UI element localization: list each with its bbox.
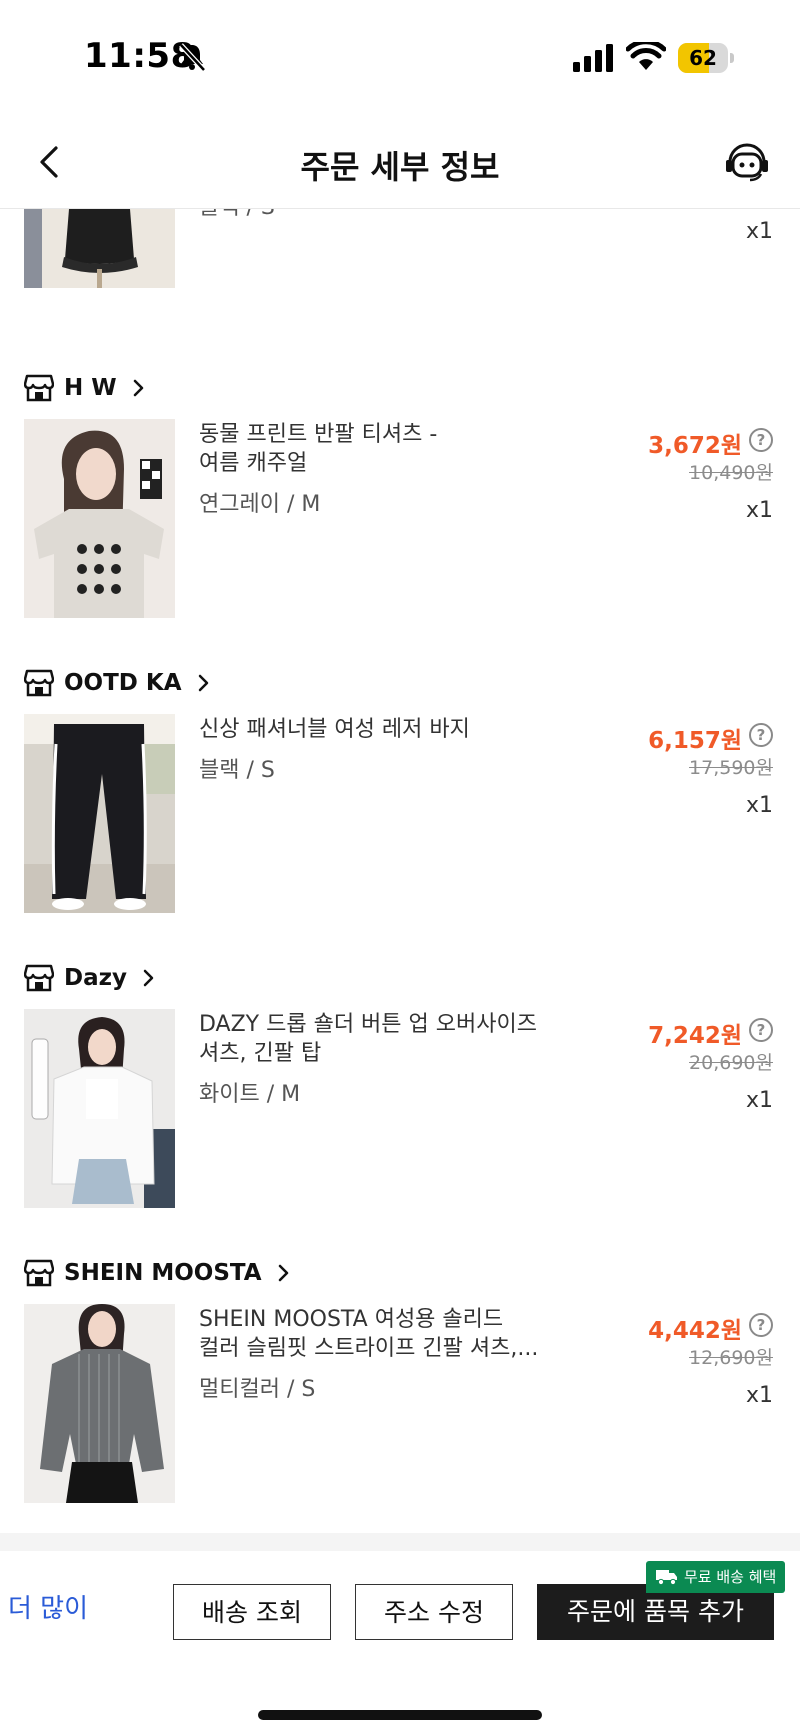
product-photo-top-black xyxy=(24,209,175,288)
help-icon[interactable]: ? xyxy=(749,428,773,452)
product-name[interactable]: SHEIN MOOSTA 여성용 솔리드 컬러 슬림핏 스트라이프 긴팔 셔츠,… xyxy=(199,1305,579,1363)
store-icon xyxy=(24,964,54,992)
truck-icon xyxy=(656,1570,677,1586)
battery-level: 62 xyxy=(689,46,717,70)
chevron-right-icon xyxy=(278,1264,288,1282)
wifi-icon xyxy=(626,42,666,70)
track-shipment-button[interactable]: 배송 조회 xyxy=(173,1584,331,1640)
original-price: 12,690원 xyxy=(689,1347,773,1369)
support-robot-icon[interactable] xyxy=(724,140,770,184)
product-image[interactable] xyxy=(24,1304,175,1503)
product-variant: 멀티컬러 / S xyxy=(199,1377,316,1402)
bottom-action-bar: 더 많이 배송 조회 주소 수정 주문에 품목 추가 무료 배송 혜택 xyxy=(0,1551,800,1735)
product-image[interactable] xyxy=(24,419,175,618)
product-quantity: x1 xyxy=(745,498,773,523)
product-quantity: x1 xyxy=(745,793,773,818)
product-variant: 연그레이 / M xyxy=(199,492,321,517)
product-photo-shirt xyxy=(24,1009,175,1208)
badge-label: 무료 배송 혜택 xyxy=(684,1568,777,1586)
store-link[interactable]: OOTD KA xyxy=(24,667,212,699)
product-photo-tshirt xyxy=(24,419,175,618)
product-variant: 블랙 / S xyxy=(199,758,275,783)
help-icon[interactable]: ? xyxy=(749,1018,773,1042)
help-icon[interactable]: ? xyxy=(749,723,773,747)
signal-icon xyxy=(573,44,613,72)
home-indicator xyxy=(258,1710,542,1720)
store-icon xyxy=(24,374,54,402)
product-quantity: x1 xyxy=(745,1088,773,1113)
product-price: 7,242원 xyxy=(648,1023,742,1049)
store-name: H W xyxy=(64,375,117,401)
nav-bar: 주문 세부 정보 xyxy=(0,110,800,209)
store-name: OOTD KA xyxy=(64,670,182,696)
product-image[interactable] xyxy=(24,714,175,913)
original-price: 10,490원 xyxy=(689,462,773,484)
product-photo-pants xyxy=(24,714,175,913)
chevron-right-icon xyxy=(143,969,154,987)
product-quantity: x1 xyxy=(745,219,773,244)
store-link[interactable]: H W xyxy=(24,372,147,404)
product-image[interactable] xyxy=(24,1009,175,1208)
edit-address-button[interactable]: 주소 수정 xyxy=(355,1584,513,1640)
chevron-right-icon xyxy=(198,674,208,692)
more-button[interactable]: 더 많이 xyxy=(8,1588,88,1625)
product-name[interactable]: 신상 패셔너블 여성 레저 바지 xyxy=(199,715,579,744)
product-name[interactable]: DAZY 드롭 숄더 버튼 업 오버사이즈 셔츠, 긴팔 탑 xyxy=(199,1010,579,1068)
product-variant: 화이트 / M xyxy=(199,1082,301,1107)
status-bar: 11:58 62 xyxy=(0,0,800,110)
store-icon xyxy=(24,669,54,697)
chevron-right-icon xyxy=(133,379,143,397)
free-shipping-badge: 무료 배송 혜택 xyxy=(646,1561,785,1593)
store-link[interactable]: Dazy xyxy=(24,962,157,994)
product-image[interactable] xyxy=(24,209,175,288)
product-price: 3,672원 xyxy=(648,433,742,459)
store-name: SHEIN MOOSTA xyxy=(64,1260,262,1286)
product-variant: 블랙 / S xyxy=(199,209,275,221)
battery-icon: 62 xyxy=(678,43,734,73)
store-name: Dazy xyxy=(64,965,127,991)
product-photo-striped-shirt xyxy=(24,1304,175,1503)
bell-slash-icon xyxy=(179,43,206,72)
section-divider xyxy=(0,1533,800,1551)
order-items-list[interactable]: 블랙 / S x1 H W xyxy=(0,209,800,1535)
product-price: 4,442원 xyxy=(648,1318,742,1344)
product-price: 6,157원 xyxy=(648,728,742,754)
page-title: 주문 세부 정보 xyxy=(300,148,500,186)
original-price: 20,690원 xyxy=(689,1052,773,1074)
product-name[interactable]: 동물 프린트 반팔 티셔츠 - 여름 캐주얼 xyxy=(199,420,579,478)
store-link[interactable]: SHEIN MOOSTA xyxy=(24,1257,292,1289)
store-icon xyxy=(24,1259,54,1287)
help-icon[interactable]: ? xyxy=(749,1313,773,1337)
product-quantity: x1 xyxy=(745,1383,773,1408)
original-price: 17,590원 xyxy=(689,757,773,779)
